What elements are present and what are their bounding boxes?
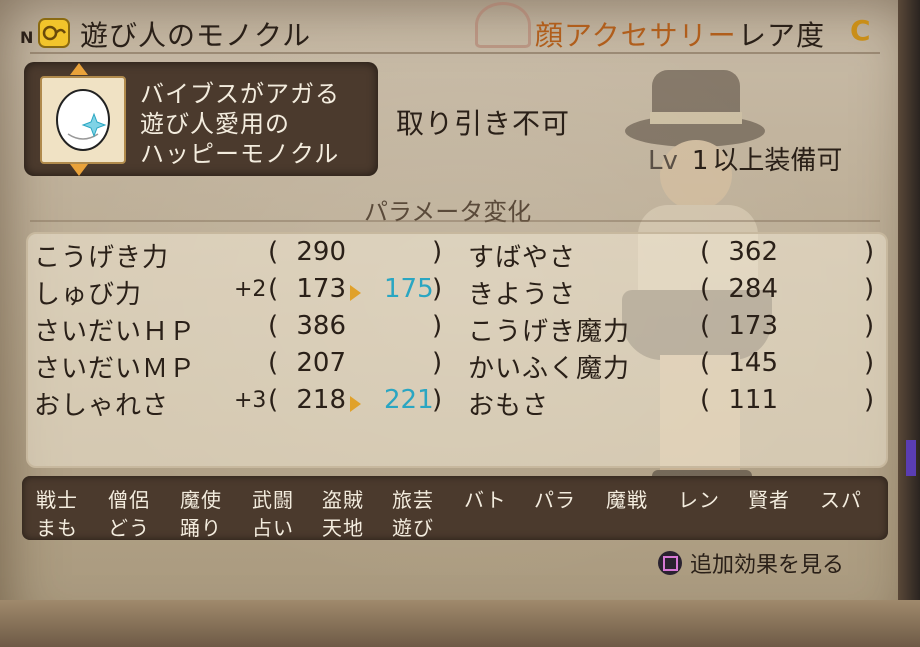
stat-name-max-hp: さいだいＨＰ bbox=[34, 317, 197, 347]
bottom-strip bbox=[0, 600, 920, 647]
paren-open: ( bbox=[268, 385, 279, 415]
paren-close: ) bbox=[432, 385, 443, 415]
stat-value-style: 218 bbox=[296, 385, 346, 415]
paren-open: ( bbox=[700, 237, 711, 267]
job-item: 魔戦 bbox=[606, 488, 648, 512]
job-item: バト bbox=[464, 488, 507, 512]
level-suffix: 以上装備可 bbox=[712, 146, 843, 176]
header-divider bbox=[30, 52, 880, 54]
job-item: レン bbox=[678, 488, 720, 512]
item-name: 遊び人のモノクル bbox=[80, 19, 312, 52]
stat-name-attack: こうげき力 bbox=[34, 243, 170, 273]
stat-name-heal-magic: かいふく魔力 bbox=[468, 354, 631, 384]
job-item: まも bbox=[36, 516, 78, 540]
job-item: 踊り bbox=[180, 516, 222, 540]
ribbon-decoration bbox=[475, 2, 531, 48]
item-category: 顔アクセサリー bbox=[535, 19, 737, 52]
more-effects-label: 追加効果を見る bbox=[690, 553, 845, 578]
stat-value-agility: 362 bbox=[728, 237, 778, 267]
stat-value-dexterity: 284 bbox=[728, 274, 778, 304]
paren-close: ) bbox=[864, 348, 875, 378]
paren-close: ) bbox=[864, 274, 875, 304]
stat-new-style: 221 bbox=[384, 385, 434, 415]
item-image bbox=[40, 76, 126, 164]
job-item: 戦士 bbox=[36, 488, 78, 512]
paren-close: ) bbox=[432, 237, 443, 267]
job-item: 賢者 bbox=[748, 488, 790, 512]
increase-arrow-icon bbox=[350, 285, 361, 301]
stat-value-weight: 111 bbox=[728, 385, 778, 415]
monocle-category-icon bbox=[38, 18, 70, 48]
paren-open: ( bbox=[700, 385, 711, 415]
level-label: Lv bbox=[648, 146, 678, 176]
stat-value-defense: 173 bbox=[296, 274, 346, 304]
stat-name-weight: おもさ bbox=[468, 391, 550, 421]
stat-name-defense: しゅび力 bbox=[34, 280, 143, 310]
description-line-3: ハッピーモノクル bbox=[140, 140, 340, 168]
new-badge: N bbox=[20, 28, 34, 47]
level-requirement: Lv 1 以上装備可 bbox=[648, 140, 842, 177]
paren-close: ) bbox=[432, 311, 443, 341]
job-item: スパ bbox=[820, 488, 862, 512]
paren-open: ( bbox=[700, 348, 711, 378]
job-item: 僧侶 bbox=[108, 488, 150, 512]
stat-name-dexterity: きようさ bbox=[468, 280, 577, 310]
square-button-icon bbox=[658, 551, 682, 575]
job-item: どう bbox=[108, 516, 150, 540]
paren-open: ( bbox=[268, 274, 279, 304]
paren-open: ( bbox=[268, 237, 279, 267]
paren-open: ( bbox=[700, 274, 711, 304]
stat-value-max-mp: 207 bbox=[296, 348, 346, 378]
stat-value-max-hp: 386 bbox=[296, 311, 346, 341]
stat-new-defense: 175 bbox=[384, 274, 434, 304]
job-item: 遊び bbox=[392, 516, 434, 540]
face-accessory-icon bbox=[56, 89, 110, 151]
job-item: パラ bbox=[534, 488, 576, 512]
job-item: 旅芸 bbox=[392, 488, 434, 512]
rarity-label: レア度 bbox=[738, 19, 826, 52]
stat-value-attack-magic: 173 bbox=[728, 311, 778, 341]
stat-name-agility: すばやさ bbox=[468, 243, 577, 273]
paren-close: ) bbox=[864, 385, 875, 415]
stat-name-attack-magic: こうげき魔力 bbox=[468, 317, 631, 347]
job-item: 盗賊 bbox=[322, 488, 364, 512]
paren-close: ) bbox=[864, 237, 875, 267]
trade-status: 取り引き不可 bbox=[396, 107, 571, 140]
stat-value-heal-magic: 145 bbox=[728, 348, 778, 378]
stat-name-style: おしゃれさ bbox=[34, 391, 170, 421]
job-item: 占い bbox=[252, 516, 294, 540]
more-effects-button[interactable]: 追加効果を見る bbox=[658, 548, 844, 578]
job-item: 武闘 bbox=[252, 488, 294, 512]
level-value: 1 bbox=[691, 146, 709, 176]
stat-name-max-mp: さいだいＭＰ bbox=[34, 354, 197, 384]
job-item: 魔使 bbox=[180, 488, 222, 512]
increase-arrow-icon bbox=[350, 396, 361, 412]
paren-open: ( bbox=[700, 311, 711, 341]
paren-close: ) bbox=[432, 348, 443, 378]
stat-value-attack: 290 bbox=[296, 237, 346, 267]
paren-close: ) bbox=[864, 311, 875, 341]
paren-open: ( bbox=[268, 311, 279, 341]
scroll-down-arrow-icon[interactable] bbox=[70, 164, 88, 176]
stat-bonus-style: +3 bbox=[234, 388, 267, 413]
rarity-grade: C bbox=[850, 14, 871, 47]
job-item: 天地 bbox=[322, 516, 364, 540]
param-divider bbox=[30, 220, 880, 222]
paren-open: ( bbox=[268, 348, 279, 378]
scroll-up-arrow-icon[interactable] bbox=[70, 63, 88, 75]
paren-close: ) bbox=[432, 274, 443, 304]
window-edge bbox=[898, 0, 920, 647]
stat-bonus-defense: +2 bbox=[234, 277, 267, 302]
